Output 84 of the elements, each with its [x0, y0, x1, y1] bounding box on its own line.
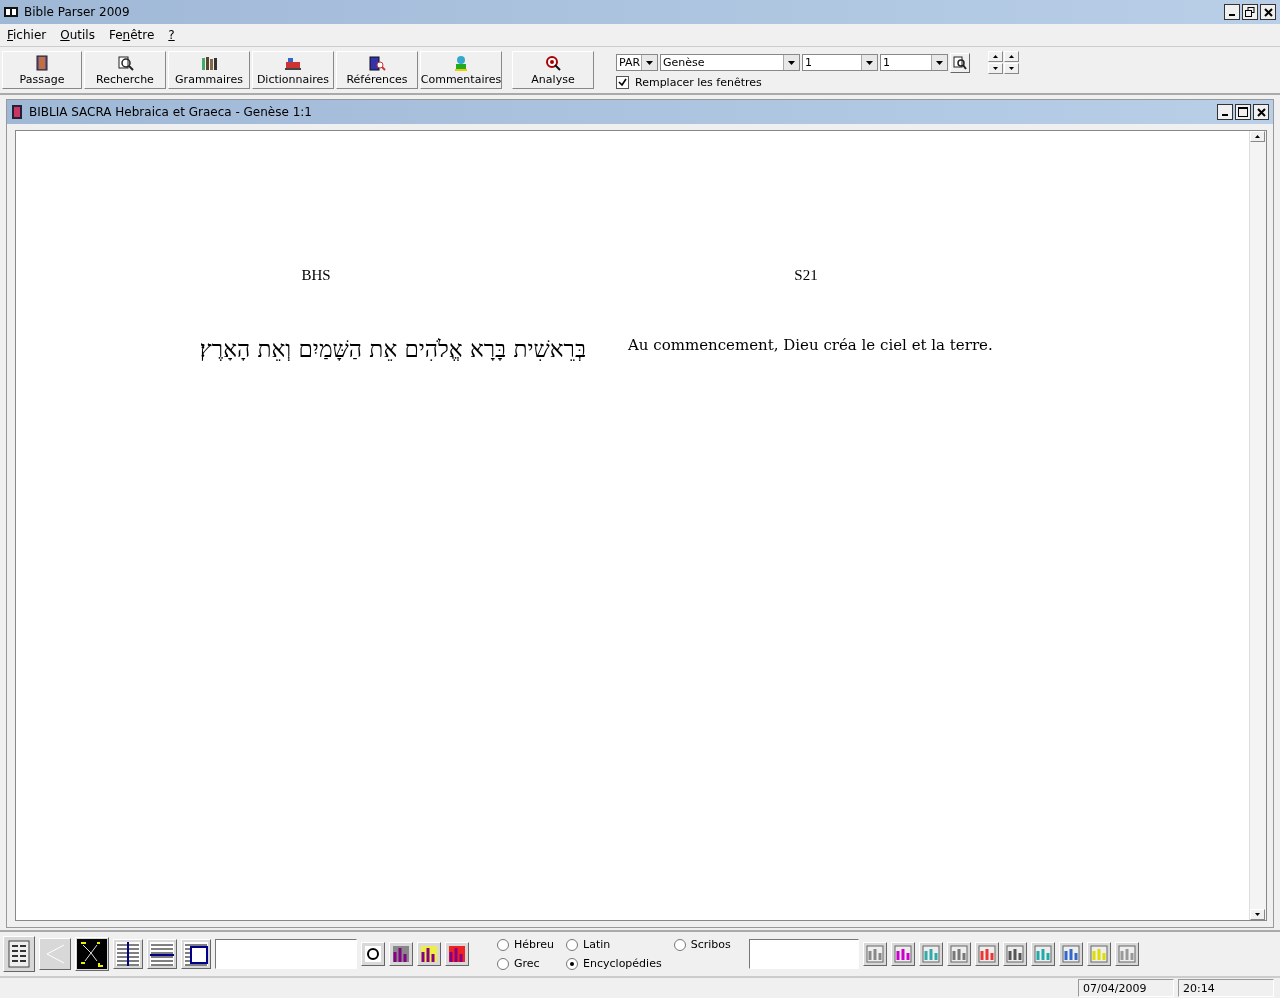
radio-button[interactable] — [497, 938, 509, 951]
bar-chart-icon — [1060, 944, 1081, 964]
close-icon — [1263, 7, 1273, 17]
caret-icon — [788, 60, 795, 65]
close-button[interactable] — [1253, 104, 1269, 120]
document-title: BIBLIA SACRA Hebraica et Graeca - Genèse 1:1 — [29, 105, 312, 119]
book-icon — [33, 55, 51, 71]
menu-item[interactable]: Fichier — [7, 28, 47, 42]
verse-text: Au commencement, Dieu créa le ciel et la terre. — [627, 336, 993, 356]
caret-icon — [646, 60, 653, 65]
language-radio[interactable]: Hébreu — [497, 938, 555, 951]
close-button[interactable] — [1260, 4, 1276, 20]
minimize-button[interactable] — [1224, 4, 1240, 20]
scrollbar[interactable] — [1249, 131, 1266, 920]
caret-icon — [936, 60, 943, 65]
lookup-field[interactable] — [748, 939, 859, 969]
train-icon — [284, 55, 302, 71]
radio-button[interactable] — [566, 938, 579, 951]
book-icon — [11, 105, 23, 119]
down-arrow-icon — [1255, 913, 1260, 916]
toolbar-button[interactable]: Grammaires — [168, 51, 250, 89]
up-arrow-icon — [1009, 55, 1014, 58]
verse-text: בְּרֵאשִׁית בָּרָא אֱלֹהִים אֵת הַשָּׁמַיִם וְאֵת הָאָרֶץ׃ — [199, 336, 587, 363]
spin-up-button[interactable] — [988, 51, 1003, 62]
language-radio[interactable]: Grec — [497, 957, 555, 970]
books-icon — [200, 55, 218, 71]
two-columns-icon — [115, 941, 141, 967]
language-radio[interactable]: Scribos — [673, 938, 731, 951]
status-time: 20:14 — [1178, 979, 1274, 997]
radio-button[interactable] — [497, 957, 509, 970]
column-heading: BHS — [301, 267, 331, 284]
view-button[interactable] — [147, 939, 177, 969]
person-icon — [452, 55, 470, 71]
toolbar-button[interactable]: Analyse — [512, 51, 594, 89]
book-magnifier-icon — [368, 55, 386, 71]
language-radio[interactable]: Latin — [566, 938, 662, 951]
scroll-down-button[interactable] — [1250, 909, 1265, 920]
back-button[interactable] — [39, 938, 71, 970]
menu-item[interactable]: Outils — [60, 28, 95, 42]
toolbar-button[interactable]: Références — [336, 51, 418, 89]
spin-up-button[interactable] — [1004, 51, 1019, 62]
magnifier-icon — [544, 55, 562, 71]
up-arrow-icon — [1255, 135, 1260, 138]
menu-item[interactable]: Fenêtre — [108, 28, 155, 42]
down-arrow-icon — [1009, 67, 1014, 70]
down-arrow-icon — [993, 67, 998, 70]
menu-item[interactable]: ? — [168, 28, 175, 42]
spin-down-button[interactable] — [988, 63, 1003, 74]
restore-button[interactable] — [1242, 4, 1258, 20]
window-title: Bible Parser 2009 — [24, 5, 130, 19]
toolbar-button[interactable]: Commentaires — [420, 51, 502, 89]
lines-icon — [149, 941, 175, 967]
spin-down-button[interactable] — [1004, 63, 1019, 74]
toolbar-button[interactable]: Recherche — [84, 51, 166, 89]
radio-button[interactable] — [566, 957, 579, 970]
view-button[interactable] — [181, 939, 211, 969]
dropdown[interactable]: Genèse — [660, 54, 800, 71]
dropdown[interactable]: 1 — [880, 54, 948, 71]
close-icon — [1256, 107, 1266, 117]
open-book-icon — [4, 6, 18, 18]
radio-button[interactable] — [673, 938, 686, 951]
document-icon — [8, 940, 30, 968]
status-date: 07/04/2009 — [1078, 979, 1174, 997]
tool-button[interactable] — [445, 942, 469, 966]
view-button[interactable] — [113, 939, 143, 969]
caret-icon — [866, 60, 873, 65]
language-radio[interactable]: Encyclopédies — [566, 957, 662, 970]
dropdown[interactable]: 1 — [802, 54, 878, 71]
column-heading: S21 — [794, 267, 818, 284]
dropdown[interactable]: PAR — [616, 54, 658, 71]
replace-windows-checkbox[interactable]: Remplacer les fenêtres — [616, 76, 1019, 89]
toolbar-button[interactable]: Passage — [2, 51, 82, 89]
maximize-button[interactable] — [1235, 104, 1251, 120]
up-arrow-icon — [993, 55, 998, 58]
scroll-up-button[interactable] — [1250, 131, 1265, 142]
search-field[interactable] — [215, 939, 357, 969]
checkbox[interactable] — [616, 76, 629, 89]
bar-chart-icon — [447, 944, 467, 964]
radio-dot-icon — [570, 961, 575, 966]
search-button[interactable] — [950, 52, 970, 73]
toolbar-button[interactable]: Dictionnaires — [252, 51, 334, 89]
windows-icon — [183, 941, 209, 967]
minimize-button[interactable] — [1217, 104, 1233, 120]
layout-button[interactable] — [3, 936, 35, 972]
